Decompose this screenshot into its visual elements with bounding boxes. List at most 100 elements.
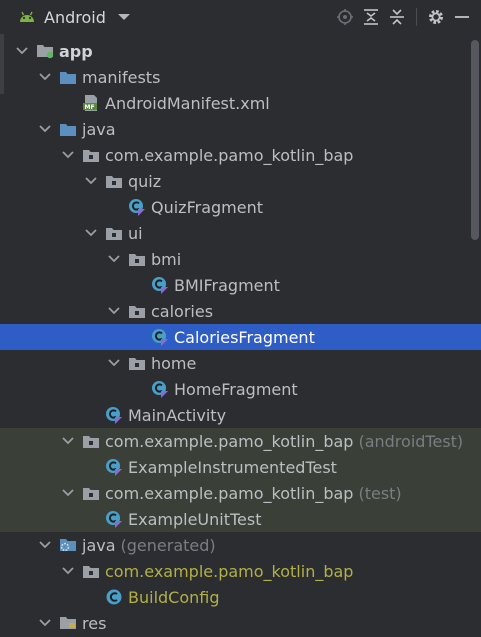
- tree-row[interactable]: calories: [0, 298, 481, 324]
- tree-row[interactable]: app: [0, 38, 481, 64]
- tree-item-label: ui: [128, 223, 143, 243]
- toolbar-divider: [416, 8, 417, 26]
- project-view-label: Android: [44, 7, 106, 27]
- manifest-file-icon: MF: [82, 94, 100, 112]
- tree-row-selected[interactable]: CaloriesFragment: [0, 324, 481, 350]
- settings-icon[interactable]: [423, 6, 449, 28]
- package-icon: [128, 302, 146, 320]
- project-view-selector[interactable]: Android: [18, 6, 134, 28]
- tree-item-label: BMIFragment: [174, 275, 280, 295]
- tree-row[interactable]: BMIFragment: [0, 272, 481, 298]
- kotlin-class-icon: [151, 328, 169, 346]
- kotlin-class-icon: [105, 510, 123, 528]
- module-folder-icon: [36, 42, 54, 60]
- chevron-down-icon[interactable]: [60, 433, 76, 449]
- tree-item-label: HomeFragment: [174, 379, 298, 399]
- tree-row[interactable]: quiz: [0, 168, 481, 194]
- tree-item-label: com.example.pamo_kotlin_bap: [105, 431, 354, 451]
- tree-row[interactable]: MainActivity: [0, 402, 481, 428]
- tree-row[interactable]: java: [0, 116, 481, 142]
- tree-row[interactable]: ExampleUnitTest: [0, 506, 481, 532]
- tree-item-label: res: [82, 613, 107, 633]
- chevron-down-icon[interactable]: [83, 173, 99, 189]
- chevron-down-icon[interactable]: [37, 121, 53, 137]
- package-icon: [128, 250, 146, 268]
- chevron-down-icon[interactable]: [106, 303, 122, 319]
- chevron-down-icon[interactable]: [60, 485, 76, 501]
- tree-row[interactable]: ui: [0, 220, 481, 246]
- tree-row[interactable]: BuildConfig: [0, 584, 481, 610]
- dropdown-icon[interactable]: [114, 8, 134, 27]
- package-icon: [82, 484, 100, 502]
- kotlin-class-icon: [105, 406, 123, 424]
- tree-row[interactable]: home: [0, 350, 481, 376]
- tree-row[interactable]: com.example.pamo_kotlin_bap: [0, 142, 481, 168]
- java-class-icon: [105, 588, 123, 606]
- tree-item-label: ExampleInstrumentedTest: [128, 457, 337, 477]
- tree-item-label: MainActivity: [128, 405, 227, 425]
- res-folder-icon: [59, 614, 77, 632]
- kotlin-class-icon: [105, 458, 123, 476]
- chevron-down-icon[interactable]: [37, 537, 53, 553]
- scrollbar[interactable]: [471, 40, 479, 240]
- project-tree[interactable]: app manifests MF AndroidManifest.xml java com…: [0, 34, 481, 637]
- chevron-down-icon[interactable]: [83, 225, 99, 241]
- tree-item-label: java: [82, 535, 116, 555]
- kotlin-class-icon: [151, 380, 169, 398]
- tree-item-label: ExampleUnitTest: [128, 509, 262, 529]
- tree-item-label: app: [59, 41, 93, 61]
- tree-row[interactable]: bmi: [0, 246, 481, 272]
- tree-item-suffix: (test): [358, 483, 402, 503]
- collapse-all-icon[interactable]: [384, 6, 410, 28]
- tree-item-label: BuildConfig: [128, 587, 220, 607]
- tree-item-label: AndroidManifest.xml: [105, 93, 270, 113]
- package-icon: [105, 224, 123, 242]
- package-icon: [105, 172, 123, 190]
- tree-row[interactable]: QuizFragment: [0, 194, 481, 220]
- svg-text:MF: MF: [85, 104, 95, 111]
- tree-item-suffix: (androidTest): [358, 431, 464, 451]
- tree-item-label: com.example.pamo_kotlin_bap: [105, 145, 354, 165]
- tree-row[interactable]: HomeFragment: [0, 376, 481, 402]
- project-toolbar: Android: [0, 0, 481, 34]
- tree-item-suffix: (generated): [120, 535, 216, 555]
- tree-row[interactable]: com.example.pamo_kotlin_bap (androidTest): [0, 428, 481, 454]
- chevron-down-icon[interactable]: [106, 251, 122, 267]
- chevron-down-icon[interactable]: [60, 563, 76, 579]
- android-icon: [18, 8, 36, 27]
- package-icon: [82, 432, 100, 450]
- expand-all-icon[interactable]: [358, 6, 384, 28]
- tree-item-label: com.example.pamo_kotlin_bap: [105, 483, 354, 503]
- folder-icon: [59, 120, 77, 138]
- chevron-down-icon[interactable]: [37, 69, 53, 85]
- package-icon: [128, 354, 146, 372]
- chevron-down-icon[interactable]: [14, 43, 30, 59]
- kotlin-class-icon: [151, 276, 169, 294]
- tree-item-label: calories: [151, 301, 214, 321]
- tree-row[interactable]: java (generated): [0, 532, 481, 558]
- locate-icon[interactable]: [332, 6, 358, 28]
- tree-item-label: home: [151, 353, 197, 373]
- tree-row[interactable]: res: [0, 610, 481, 636]
- package-icon: [82, 146, 100, 164]
- tree-row[interactable]: com.example.pamo_kotlin_bap: [0, 558, 481, 584]
- chevron-down-icon[interactable]: [60, 147, 76, 163]
- tree-item-label: java: [82, 119, 116, 139]
- generated-folder-icon: [59, 536, 77, 554]
- package-icon: [82, 562, 100, 580]
- hide-icon[interactable]: [449, 6, 475, 28]
- chevron-down-icon[interactable]: [37, 615, 53, 631]
- tree-item-label: bmi: [151, 249, 182, 269]
- tree-row[interactable]: manifests: [0, 64, 481, 90]
- tree-row[interactable]: ExampleInstrumentedTest: [0, 454, 481, 480]
- tree-item-label: quiz: [128, 171, 162, 191]
- tree-row[interactable]: com.example.pamo_kotlin_bap (test): [0, 480, 481, 506]
- chevron-down-icon[interactable]: [106, 355, 122, 371]
- tree-item-label: com.example.pamo_kotlin_bap: [105, 561, 354, 581]
- tree-item-label: QuizFragment: [151, 197, 263, 217]
- tree-row[interactable]: MF AndroidManifest.xml: [0, 90, 481, 116]
- kotlin-class-icon: [128, 198, 146, 216]
- tree-item-label: CaloriesFragment: [174, 327, 315, 347]
- folder-icon: [59, 68, 77, 86]
- tree-item-label: manifests: [82, 67, 161, 87]
